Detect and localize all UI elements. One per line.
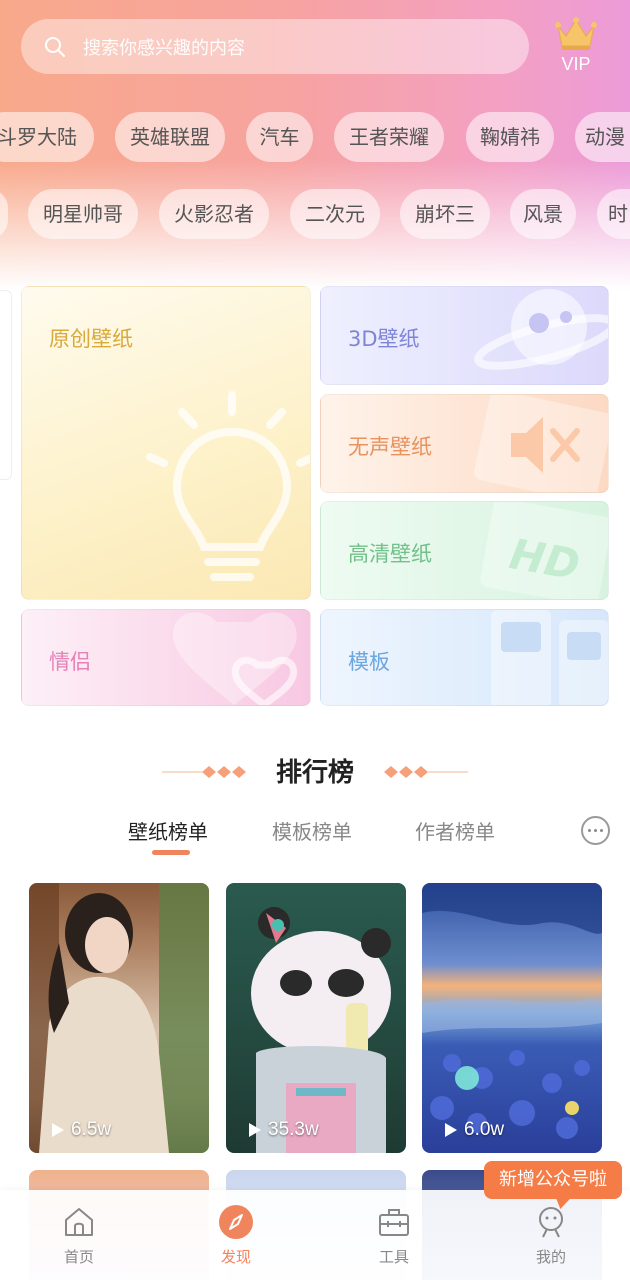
card-couple[interactable]: 情侣 [21,609,311,706]
tag-item[interactable]: 斗罗大陆 [0,112,94,162]
tag-item[interactable]: 风景 [510,189,576,239]
view-count: 6.5w [51,1119,111,1141]
card-silent-label: 无声壁纸 [348,435,432,459]
tag-item[interactable]: 汽车 [246,112,313,162]
beach-image [422,883,602,1139]
bottom-navigation: 首页 发现 工具 我的 [0,1190,630,1280]
search-icon [45,36,65,57]
side-panel-edge [0,290,12,480]
tag-item[interactable]: 英雄联盟 [115,112,225,162]
nav-label: 发现 [220,1248,251,1266]
tag-item[interactable]: 崩坏三 [400,189,490,239]
wallpaper-thumbnail[interactable]: 6.0w [422,883,602,1153]
nav-item-discover[interactable]: 发现 [196,1204,276,1267]
mute-icon [474,395,608,492]
tab-author-ranking[interactable]: 作者榜单 [415,816,495,845]
ranking-tabs: 壁纸榜单 模板榜单 作者榜单 [0,816,630,866]
title-decoration-right [384,766,468,778]
compass-icon [219,1205,253,1239]
hd-icon: HD [480,502,608,599]
card-template-label: 模板 [348,650,390,674]
ranking-title: 排行榜 [275,758,354,788]
wallpaper-thumbnail[interactable]: 6.5w [29,883,209,1153]
tag-row-2: 明星帅哥 火影忍者 二次元 崩坏三 风景 时 [0,189,630,243]
active-tab-indicator [152,850,190,855]
card-original-wallpaper[interactable]: 原创壁纸 [21,286,311,600]
card-3d-wallpaper[interactable]: 3D壁纸 [320,286,609,385]
view-count: 6.0w [444,1119,504,1141]
tag-item[interactable]: 火影忍者 [159,189,269,239]
search-bar[interactable]: 搜索你感兴趣的内容 [21,19,529,74]
play-icon [445,1123,457,1137]
nav-item-home[interactable]: 首页 [39,1204,119,1267]
tag-item[interactable]: 明星帅哥 [28,189,138,239]
heart-icon [172,612,298,705]
profile-icon [539,1207,563,1238]
tab-template-ranking[interactable]: 模板榜单 [272,816,352,845]
vip-label: VIP [561,54,591,74]
card-silent-wallpaper[interactable]: 无声壁纸 [320,394,609,493]
card-original-label: 原创壁纸 [49,327,133,351]
card-couple-label: 情侣 [49,650,91,674]
nav-item-profile[interactable]: 我的 [511,1204,591,1267]
nav-label: 工具 [378,1248,409,1266]
view-count: 35.3w [248,1119,319,1141]
crown-icon [555,17,597,50]
toolbox-icon [379,1209,409,1236]
tag-item[interactable]: 鞠婧祎 [466,112,554,162]
portrait-image [29,883,209,1153]
tooltip-pointer [552,1197,572,1209]
play-icon [249,1123,261,1137]
tag-item[interactable] [0,189,8,239]
tag-item[interactable]: 动漫 [575,112,630,162]
tag-row-1: 斗罗大陆 英雄联盟 汽车 王者荣耀 鞠婧祎 动漫 [0,112,630,166]
home-icon [65,1208,93,1236]
card-3d-label: 3D壁纸 [348,327,420,351]
search-placeholder: 搜索你感兴趣的内容 [83,37,245,59]
card-hd-wallpaper[interactable]: 高清壁纸 HD [320,501,609,600]
wallpaper-thumbnail[interactable]: 35.3w [226,883,406,1153]
more-options-icon[interactable] [581,816,610,845]
vip-button[interactable]: VIP [551,16,601,80]
nav-label: 我的 [535,1248,566,1266]
tab-wallpaper-ranking[interactable]: 壁纸榜单 [128,816,208,845]
new-official-account-tooltip[interactable]: 新增公众号啦 [484,1161,622,1199]
panda-image [251,907,391,1153]
lightbulb-icon [146,391,310,581]
tag-item[interactable]: 二次元 [290,189,380,239]
template-icon [491,610,608,705]
card-hd-label: 高清壁纸 [348,542,432,566]
card-template[interactable]: 模板 [320,609,609,706]
planet-icon [474,289,608,370]
nav-label: 首页 [63,1248,94,1266]
tag-item[interactable]: 时 [597,189,630,239]
play-icon [52,1123,64,1137]
nav-item-tools[interactable]: 工具 [354,1204,434,1267]
tag-item[interactable]: 王者荣耀 [334,112,444,162]
